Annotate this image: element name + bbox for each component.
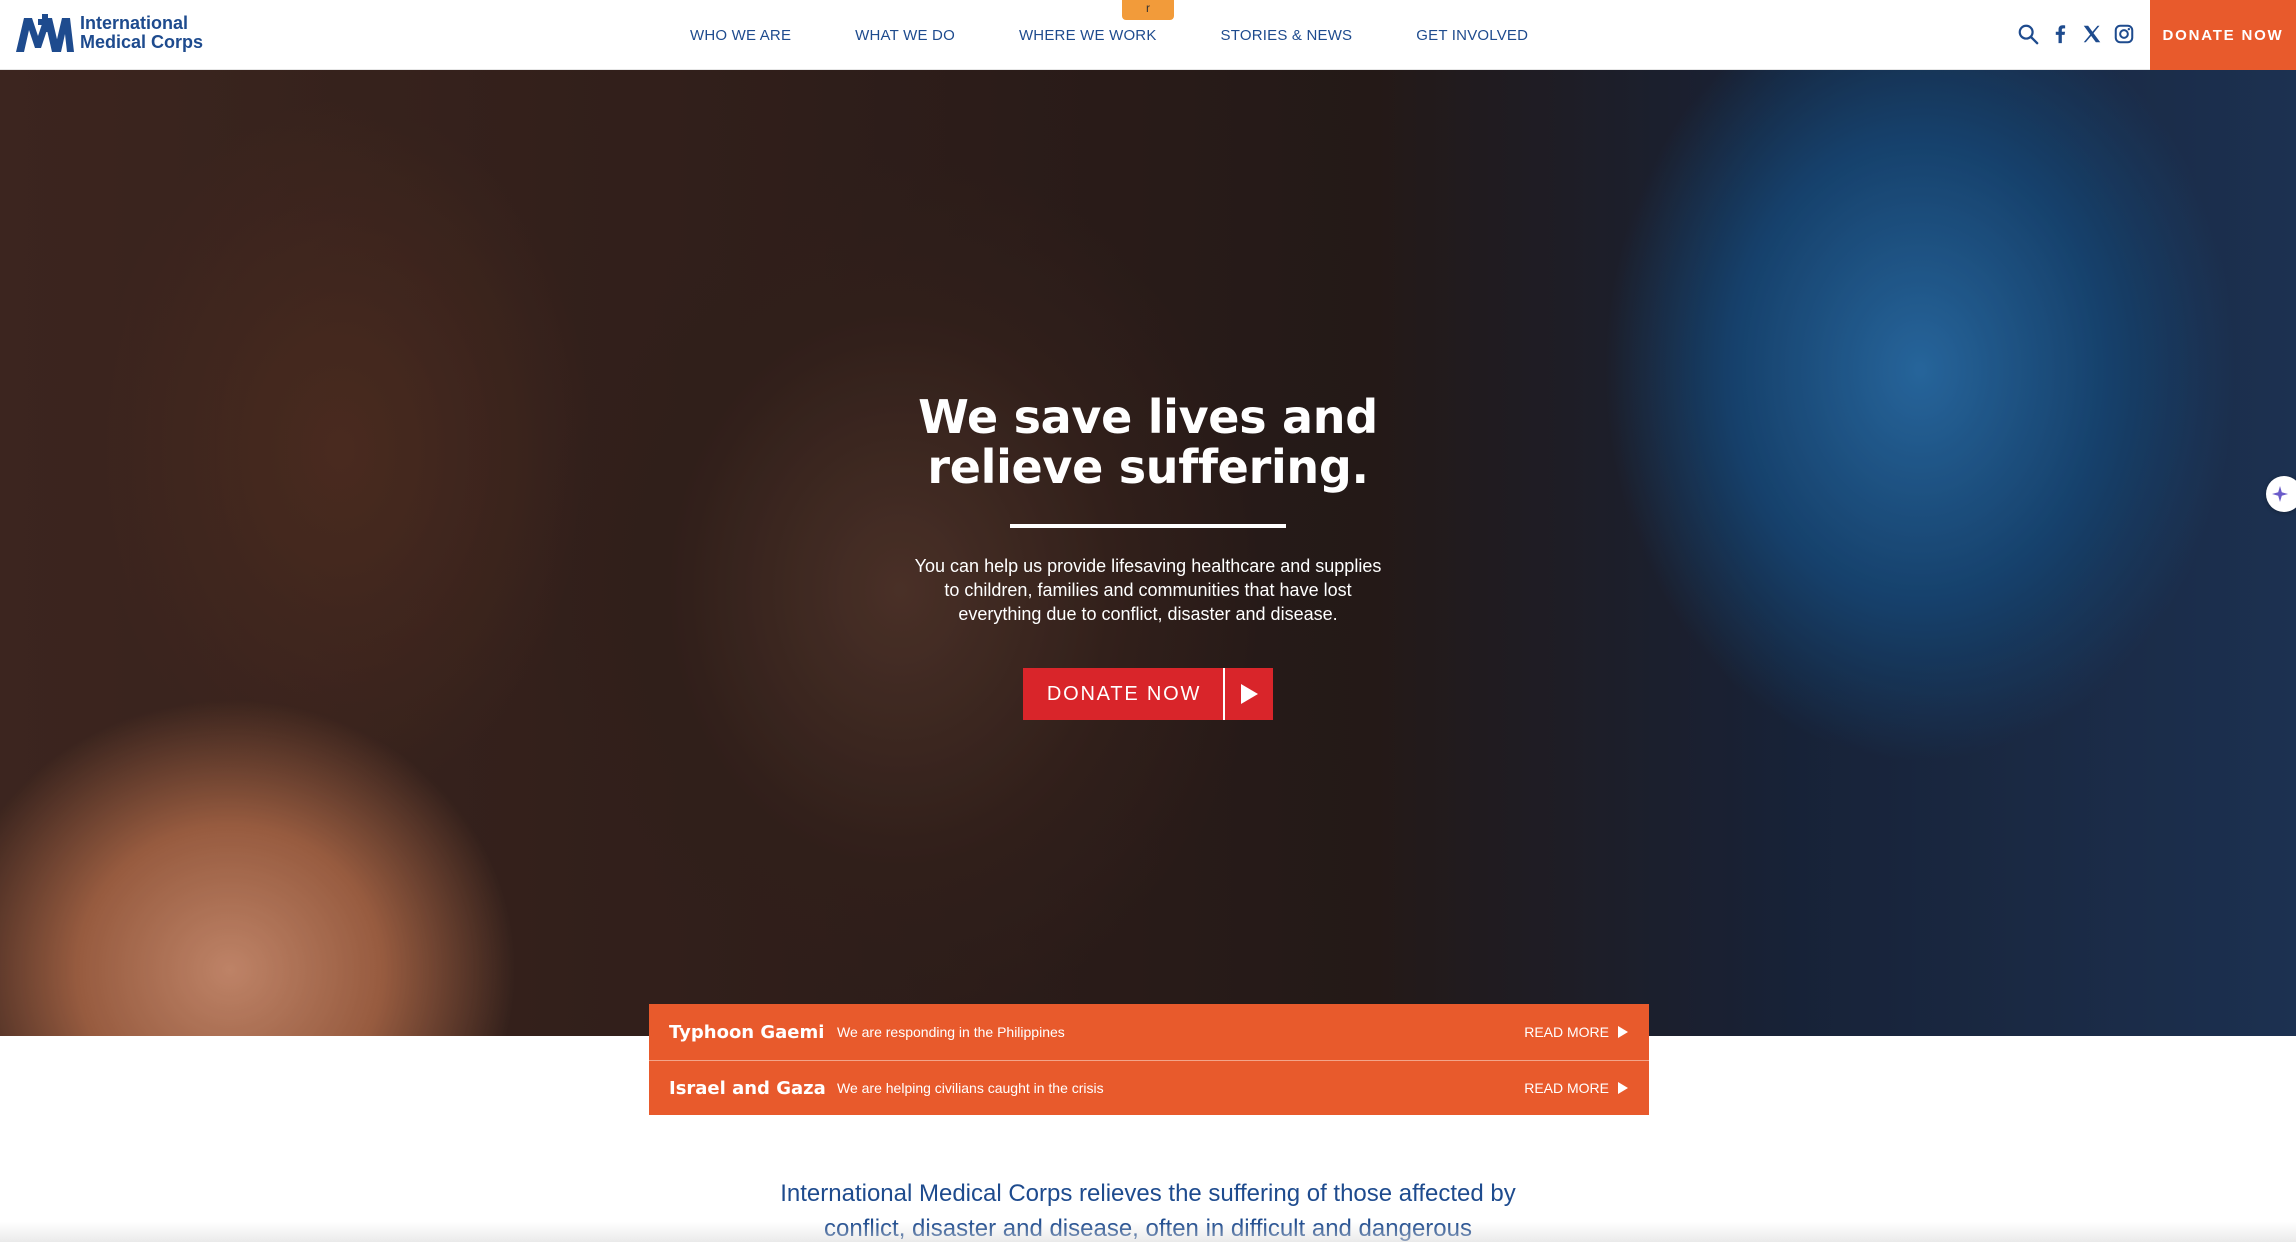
read-more-link[interactable]: READ MORE [1524, 1024, 1649, 1040]
alert-description: We are helping civilians caught in the c… [837, 1080, 1104, 1096]
read-more-link[interactable]: READ MORE [1524, 1080, 1649, 1096]
logo-line-2: Medical Corps [80, 32, 204, 52]
alert-row[interactable]: Typhoon Gaemi We are responding in the P… [649, 1004, 1649, 1060]
donate-now-hero-label: DONATE NOW [1046, 683, 1202, 705]
x-icon[interactable] [2080, 22, 2104, 46]
alert-title: Israel and Gaza [669, 1077, 826, 1099]
alert-bar: Typhoon Gaemi We are responding in the P… [649, 1004, 1649, 1115]
read-more-label: READ MORE [1524, 1080, 1609, 1096]
tab-flag[interactable]: r [1122, 0, 1174, 20]
arrow-right-icon [1618, 1082, 1628, 1094]
arrow-right-icon [1618, 1026, 1628, 1038]
hero-banner: We save lives and relieve suffering. You… [0, 70, 2296, 1036]
header-icons [2016, 22, 2144, 46]
hero-title-line-2: relieve suffering. [927, 440, 1369, 494]
logo-mark-icon [16, 14, 74, 52]
logo-text: International Medical Corps [80, 14, 203, 52]
bottom-fade [0, 1222, 2296, 1242]
assistant-sparkle-button[interactable] [2266, 476, 2296, 512]
nav-what-we-do[interactable]: WHAT WE DO [855, 27, 955, 44]
hero-title: We save lives and relieve suffering. [848, 392, 1448, 492]
nav-get-involved[interactable]: GET INVOLVED [1416, 27, 1528, 44]
alert-description: We are responding in the Philippines [837, 1024, 1065, 1040]
nav-where-we-work[interactable]: WHERE WE WORK [1019, 27, 1157, 44]
main-nav: WHO WE ARE WHAT WE DO WHERE WE WORK STOR… [690, 0, 1528, 70]
instagram-icon[interactable] [2112, 22, 2136, 46]
facebook-icon[interactable] [2048, 22, 2072, 46]
site-logo[interactable]: International Medical Corps [14, 12, 203, 54]
hero-divider [1010, 524, 1286, 528]
donate-now-header-button[interactable]: DONATE NOW [2150, 0, 2296, 70]
nav-who-we-are[interactable]: WHO WE ARE [690, 27, 791, 44]
donate-now-hero-button[interactable]: DONATE NOW [1022, 668, 1274, 720]
site-header: International Medical Corps WHO WE ARE W… [0, 0, 2296, 70]
hero-content: We save lives and relieve suffering. You… [848, 392, 1448, 720]
hero-title-line-1: We save lives and [918, 390, 1378, 444]
read-more-label: READ MORE [1524, 1024, 1609, 1040]
logo-line-1: International [80, 13, 189, 33]
nav-stories-news[interactable]: STORIES & NEWS [1221, 27, 1353, 44]
search-icon[interactable] [2016, 22, 2040, 46]
hero-description: You can help us provide lifesaving healt… [914, 556, 1382, 624]
sparkle-icon [2272, 486, 2288, 502]
play-arrow-icon [1223, 668, 1273, 720]
alert-title: Typhoon Gaemi [669, 1021, 825, 1043]
alert-row[interactable]: Israel and Gaza We are helping civilians… [649, 1060, 1649, 1115]
